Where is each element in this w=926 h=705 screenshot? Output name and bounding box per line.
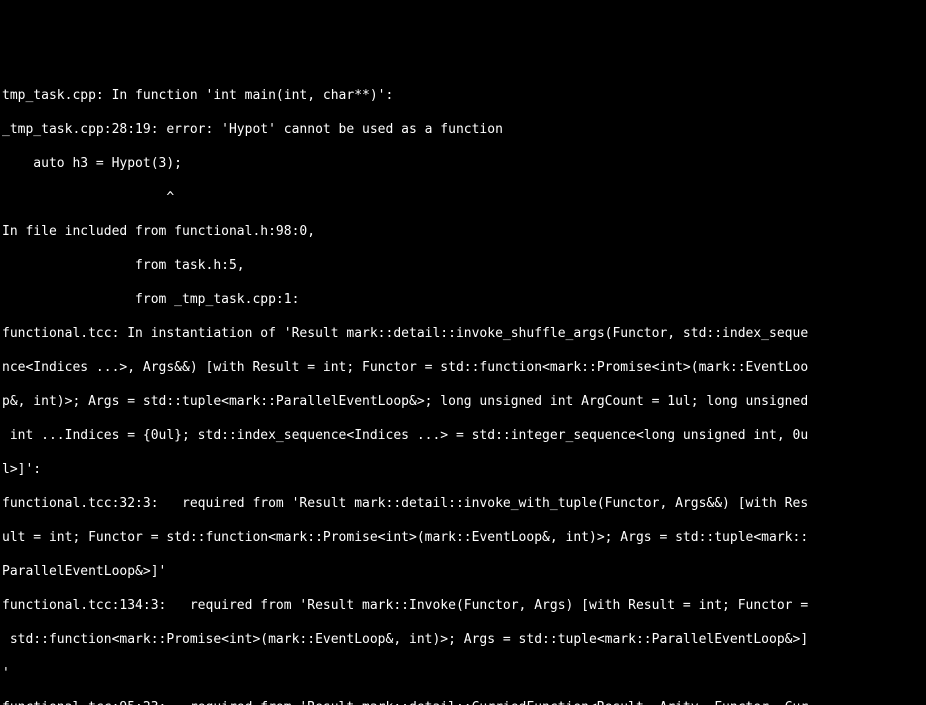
compiler-output-line: from _tmp_task.cpp:1: — [2, 291, 926, 308]
compiler-output-line: std::function<mark::Promise<int>(mark::E… — [2, 631, 926, 648]
compiler-output-line: auto h3 = Hypot(3); — [2, 155, 926, 172]
compiler-output-line: _tmp_task.cpp:28:19: error: 'Hypot' cann… — [2, 121, 926, 138]
compiler-output-line: ParallelEventLoop&>]' — [2, 563, 926, 580]
compiler-output-line: functional.tcc:134:3: required from 'Res… — [2, 597, 926, 614]
compiler-output-line: In file included from functional.h:98:0, — [2, 223, 926, 240]
compiler-output-line: nce<Indices ...>, Args&&) [with Result =… — [2, 359, 926, 376]
compiler-output-line: tmp_task.cpp: In function 'int main(int,… — [2, 87, 926, 104]
compiler-output-line: functional.tcc:32:3: required from 'Resu… — [2, 495, 926, 512]
compiler-output-line: p&, int)>; Args = std::tuple<mark::Paral… — [2, 393, 926, 410]
compiler-output-line: l>]': — [2, 461, 926, 478]
compiler-output-line: from task.h:5, — [2, 257, 926, 274]
compiler-output-line: ult = int; Functor = std::function<mark:… — [2, 529, 926, 546]
compiler-output-line: functional.tcc:95:23: required from 'Res… — [2, 699, 926, 705]
terminal-output: tmp_task.cpp: In function 'int main(int,… — [0, 68, 926, 705]
compiler-output-line: ^ — [2, 189, 926, 206]
compiler-output-line: int ...Indices = {0ul}; std::index_seque… — [2, 427, 926, 444]
compiler-output-line: ' — [2, 665, 926, 682]
compiler-output-line: functional.tcc: In instantiation of 'Res… — [2, 325, 926, 342]
